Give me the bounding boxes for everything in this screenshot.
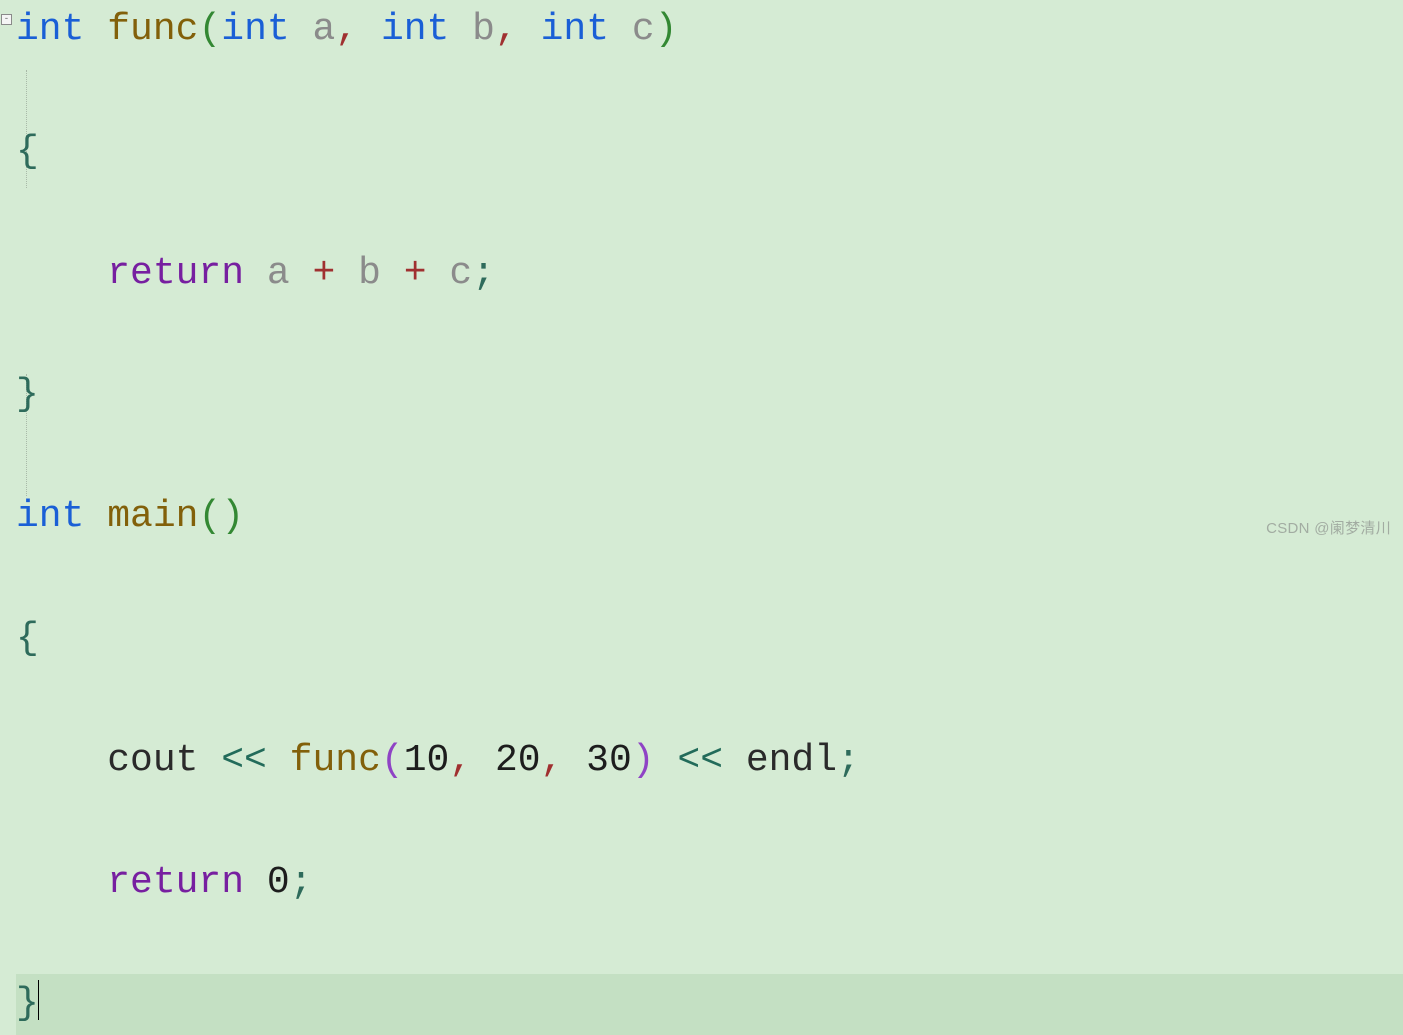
- semicolon: ;: [290, 861, 313, 904]
- param-c: c: [632, 8, 655, 51]
- code-line: {: [16, 609, 1403, 670]
- paren-open-icon: (: [198, 495, 221, 538]
- text-cursor-icon: [38, 980, 40, 1020]
- code-line: return 0;: [16, 853, 1403, 914]
- keyword-int: int: [16, 495, 84, 538]
- current-line: }: [16, 974, 1403, 1035]
- paren-open-icon: (: [198, 8, 221, 51]
- paren-close-icon: ): [655, 8, 678, 51]
- code-line: }: [16, 365, 1403, 426]
- code-line: {: [16, 122, 1403, 183]
- semicolon: ;: [837, 739, 860, 782]
- ident-cout: cout: [107, 739, 198, 782]
- fold-toggle-icon[interactable]: -: [1, 14, 12, 25]
- brace-open-icon: {: [16, 130, 39, 173]
- ident-b: b: [358, 252, 381, 295]
- comma: ,: [335, 8, 358, 51]
- watermark-text: CSDN @阑梦清川: [1266, 517, 1391, 541]
- keyword-return: return: [107, 861, 244, 904]
- number-literal: 0: [267, 861, 290, 904]
- number-literal: 10: [404, 739, 450, 782]
- editor-gutter: -: [0, 0, 16, 547]
- code-line: int func(int a, int b, int c): [16, 0, 1403, 61]
- comma: ,: [541, 739, 564, 782]
- param-b: b: [472, 8, 495, 51]
- keyword-int: int: [541, 8, 609, 51]
- code-line: return a + b + c;: [16, 244, 1403, 305]
- brace-close-icon: }: [16, 982, 39, 1025]
- ident-endl: endl: [746, 739, 837, 782]
- paren-open-icon: (: [381, 739, 404, 782]
- brace-open-icon: {: [16, 617, 39, 660]
- plus-operator: +: [404, 252, 427, 295]
- semicolon: ;: [472, 252, 495, 295]
- paren-close-icon: ): [632, 739, 655, 782]
- plus-operator: +: [312, 252, 335, 295]
- paren-close-icon: ): [221, 495, 244, 538]
- comma: ,: [449, 739, 472, 782]
- number-literal: 30: [586, 739, 632, 782]
- code-line: int main(): [16, 487, 1403, 548]
- function-main: main: [107, 495, 198, 538]
- param-a: a: [313, 8, 336, 51]
- function-name: func: [107, 8, 198, 51]
- keyword-int: int: [16, 8, 84, 51]
- stream-insert-operator: <<: [677, 739, 723, 782]
- function-call-func: func: [290, 739, 381, 782]
- brace-close-icon: }: [16, 373, 39, 416]
- number-literal: 20: [495, 739, 541, 782]
- ident-a: a: [267, 252, 290, 295]
- keyword-int: int: [381, 8, 449, 51]
- keyword-return: return: [107, 252, 244, 295]
- code-line: cout << func(10, 20, 30) << endl;: [16, 731, 1403, 792]
- keyword-int: int: [221, 8, 289, 51]
- code-block[interactable]: int func(int a, int b, int c) { return a…: [16, 0, 1403, 1035]
- comma: ,: [495, 8, 518, 51]
- stream-insert-operator: <<: [221, 739, 267, 782]
- ident-c: c: [449, 252, 472, 295]
